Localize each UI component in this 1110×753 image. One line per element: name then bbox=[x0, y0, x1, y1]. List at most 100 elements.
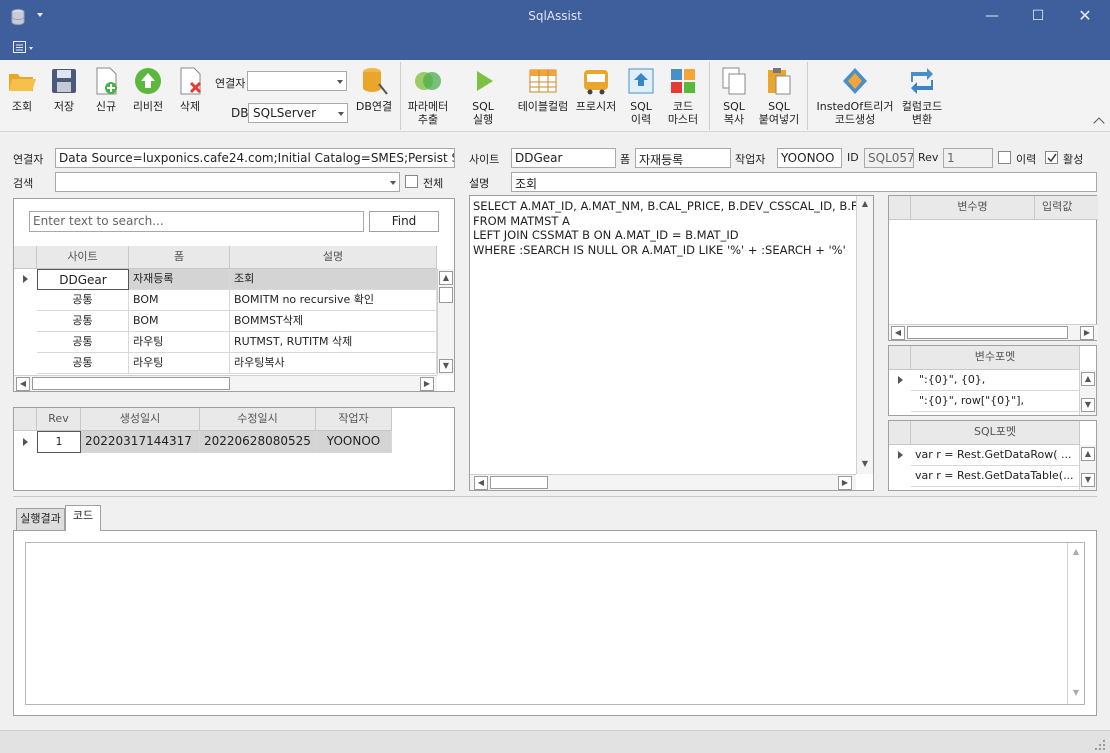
resize-grip-icon[interactable] bbox=[1094, 739, 1106, 751]
description-field[interactable]: 조회 bbox=[511, 172, 1097, 192]
tab-code[interactable]: 코드 bbox=[65, 505, 101, 531]
tab-execution-result[interactable]: 실행결과 bbox=[16, 508, 65, 530]
list-search-input[interactable]: Enter text to search... bbox=[29, 211, 364, 232]
extract-params-button[interactable]: 파라메터 추출 bbox=[404, 66, 452, 126]
site-cell[interactable]: 공통 bbox=[37, 353, 129, 374]
splitter[interactable] bbox=[13, 496, 1097, 497]
desc-cell[interactable]: 조회 bbox=[230, 269, 437, 290]
find-button[interactable]: Find bbox=[369, 211, 439, 232]
site-cell[interactable]: 공통 bbox=[37, 290, 129, 311]
scroll-down-icon[interactable]: ▼ bbox=[1081, 398, 1095, 412]
menu-list-icon[interactable] bbox=[13, 41, 27, 54]
editor-horizontal-scrollbar[interactable]: ◀ ▶ bbox=[470, 474, 856, 490]
site-cell[interactable]: 공통 bbox=[37, 332, 129, 353]
sql-editor[interactable]: SELECT A.MAT_ID, A.MAT_NM, B.CAL_PRICE, … bbox=[469, 195, 874, 491]
scroll-thumb[interactable] bbox=[32, 377, 230, 390]
save-button[interactable]: 저장 bbox=[46, 66, 82, 113]
form-cell[interactable]: 자재등록 bbox=[129, 269, 230, 290]
list-item[interactable]: var r = Rest.GetDataRow( ... bbox=[911, 445, 1080, 466]
scroll-up-icon[interactable]: ▲ bbox=[858, 198, 872, 212]
form-field[interactable]: 자재등록 bbox=[635, 148, 731, 168]
scroll-down-icon[interactable]: ▼ bbox=[439, 359, 453, 373]
desc-cell[interactable]: RUTMST, RUTITM 삭제 bbox=[230, 332, 437, 353]
connection-string-field[interactable]: Data Source=luxponics.cafe24.com;Initial… bbox=[55, 148, 455, 168]
scroll-up-icon[interactable]: ▲ bbox=[1069, 546, 1083, 560]
scroll-thumb[interactable] bbox=[439, 287, 453, 303]
new-button[interactable]: 신규 bbox=[88, 66, 124, 113]
desc-cell[interactable]: BOMITM no recursive 확인 bbox=[230, 290, 437, 311]
sql-format-scrollbar[interactable]: ▲ ▼ bbox=[1079, 445, 1096, 490]
column-header-variable-name[interactable]: 변수명 bbox=[911, 196, 1035, 220]
modified-cell[interactable]: 20220628080525 bbox=[200, 431, 316, 453]
scroll-right-icon[interactable]: ▶ bbox=[420, 377, 434, 391]
form-cell[interactable]: 라우팅 bbox=[129, 332, 230, 353]
scroll-up-icon[interactable]: ▲ bbox=[1081, 372, 1095, 386]
variable-format-scrollbar[interactable]: ▲ ▼ bbox=[1079, 370, 1096, 415]
author-cell[interactable]: YOONOO bbox=[316, 431, 392, 453]
code-master-button[interactable]: 코드 마스터 bbox=[662, 66, 704, 126]
active-checkbox[interactable] bbox=[1045, 151, 1058, 164]
scroll-left-icon[interactable]: ◀ bbox=[891, 326, 905, 340]
scroll-thumb[interactable] bbox=[490, 476, 548, 489]
author-field[interactable]: YOONOO bbox=[777, 148, 842, 168]
created-cell[interactable]: 20220317144317 bbox=[81, 431, 200, 453]
list-item[interactable]: var r = Rest.GetDataTable(... bbox=[911, 466, 1080, 487]
site-cell[interactable]: DDGear bbox=[37, 269, 129, 290]
desc-cell[interactable]: 라우팅복사 bbox=[230, 353, 437, 374]
delete-button[interactable]: 삭제 bbox=[172, 66, 208, 113]
desc-cell[interactable]: BOMMST삭제 bbox=[230, 311, 437, 332]
search-select[interactable] bbox=[55, 172, 400, 192]
scroll-right-icon[interactable]: ▶ bbox=[838, 476, 852, 490]
scroll-right-icon[interactable]: ▶ bbox=[1080, 326, 1094, 340]
scroll-down-icon[interactable]: ▼ bbox=[1069, 687, 1083, 701]
minimize-button[interactable]: — bbox=[980, 6, 1004, 26]
menu-dropdown-icon[interactable] bbox=[29, 47, 33, 50]
paste-sql-button[interactable]: SQL 붙여넣기 bbox=[756, 66, 802, 126]
insteadof-trigger-button[interactable]: InstedOf트리거 코드생성 bbox=[812, 66, 898, 126]
copy-sql-button[interactable]: SQL 복사 bbox=[714, 66, 754, 126]
site-cell[interactable]: 공통 bbox=[37, 311, 129, 332]
toolbar-connector-select[interactable] bbox=[247, 71, 347, 91]
table-columns-button[interactable]: 테이블컬럼 bbox=[514, 66, 572, 113]
db-type-select[interactable]: SQLServer bbox=[248, 103, 348, 123]
scroll-up-icon[interactable]: ▲ bbox=[1081, 447, 1095, 461]
site-field[interactable]: DDGear bbox=[511, 148, 616, 168]
run-sql-button[interactable]: SQL 실행 bbox=[462, 66, 504, 126]
code-output-textbox[interactable]: ▲ ▼ bbox=[25, 542, 1085, 705]
column-code-convert-button[interactable]: 컬럼코드 변환 bbox=[900, 66, 944, 126]
list-item[interactable]: ":{0}", {0}, bbox=[911, 370, 1080, 391]
editor-vertical-scrollbar[interactable]: ▲ ▼ bbox=[856, 196, 873, 474]
collapse-ribbon-icon[interactable] bbox=[1093, 117, 1105, 129]
query-button[interactable]: 조회 bbox=[4, 66, 40, 113]
form-cell[interactable]: BOM bbox=[129, 290, 230, 311]
form-cell[interactable]: BOM bbox=[129, 311, 230, 332]
column-header-modified[interactable]: 수정일시 bbox=[200, 408, 316, 431]
scroll-left-icon[interactable]: ◀ bbox=[474, 476, 488, 490]
variable-horizontal-scrollbar[interactable]: ◀ ▶ bbox=[889, 324, 1098, 340]
all-checkbox[interactable] bbox=[405, 175, 418, 188]
db-connect-button[interactable]: DB연결 bbox=[354, 66, 394, 113]
list-item[interactable]: ":{0}", row["{0}"], bbox=[911, 391, 1080, 412]
column-header-desc[interactable]: 설명 bbox=[230, 246, 437, 269]
column-header-rev[interactable]: Rev bbox=[37, 408, 81, 431]
scroll-up-icon[interactable]: ▲ bbox=[439, 271, 453, 285]
column-header-form[interactable]: 폼 bbox=[129, 246, 230, 269]
column-header-site[interactable]: 사이트 bbox=[37, 246, 129, 269]
column-header-created[interactable]: 생성일시 bbox=[81, 408, 200, 431]
sql-text[interactable]: SELECT A.MAT_ID, A.MAT_NM, B.CAL_PRICE, … bbox=[473, 199, 857, 257]
close-button[interactable]: ✕ bbox=[1073, 6, 1097, 26]
column-header-author[interactable]: 작업자 bbox=[316, 408, 392, 431]
list-vertical-scrollbar[interactable]: ▲ ▼ bbox=[437, 269, 454, 375]
column-header-input-value[interactable]: 입력값 bbox=[1035, 196, 1098, 220]
procedure-button[interactable]: 프로시저 bbox=[574, 66, 618, 113]
scroll-thumb[interactable] bbox=[907, 326, 1068, 339]
rev-cell[interactable]: 1 bbox=[37, 431, 81, 453]
scroll-left-icon[interactable]: ◀ bbox=[16, 377, 30, 391]
maximize-button[interactable]: ☐ bbox=[1026, 6, 1050, 26]
history-checkbox[interactable] bbox=[998, 151, 1011, 164]
form-cell[interactable]: 라우팅 bbox=[129, 353, 230, 374]
list-horizontal-scrollbar[interactable]: ◀ ▶ bbox=[14, 375, 437, 391]
scroll-down-icon[interactable]: ▼ bbox=[1081, 473, 1095, 487]
scroll-down-icon[interactable]: ▼ bbox=[858, 458, 872, 472]
code-vertical-scrollbar[interactable]: ▲ ▼ bbox=[1067, 543, 1084, 704]
